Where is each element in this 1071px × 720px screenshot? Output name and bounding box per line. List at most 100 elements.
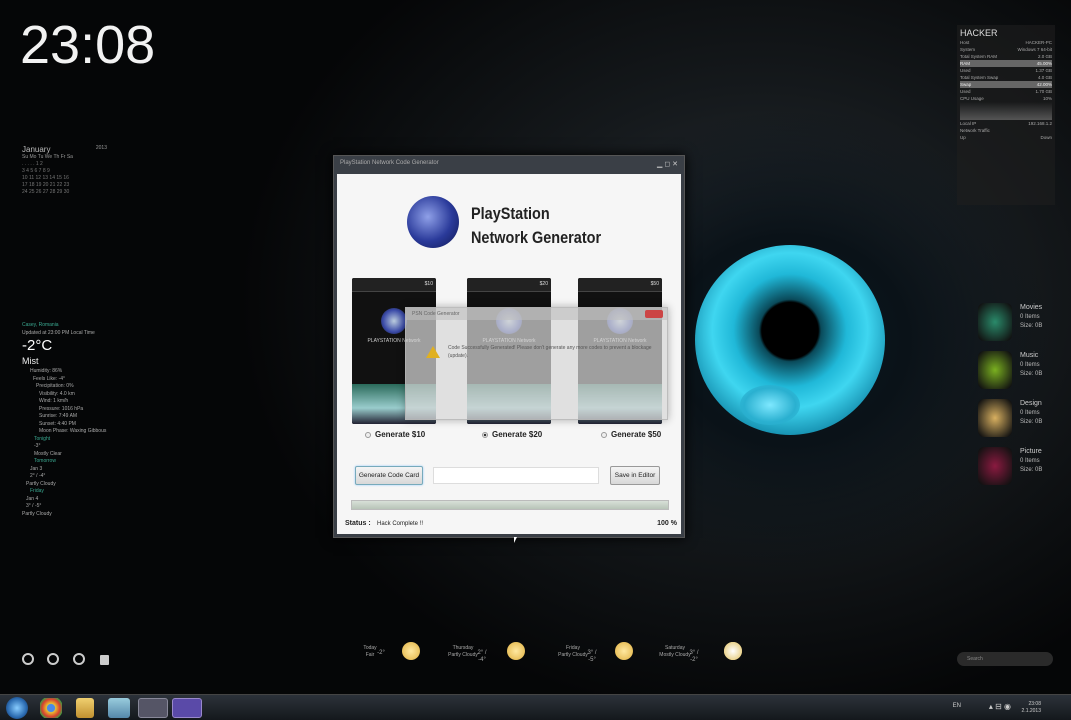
weather-tonight-cond: Mostly Clear <box>34 450 62 457</box>
picture-icon <box>978 447 1012 485</box>
psn-logo <box>407 196 459 248</box>
weather-detail: Precipitation: 0% <box>36 383 74 389</box>
card-value: $50 <box>578 278 662 292</box>
library-items: 0 Items <box>1020 458 1040 464</box>
weather-d2-day: Jan 4 <box>26 495 39 502</box>
success-dialog[interactable]: PSN Code Generator Code Successfully Gen… <box>405 307 668 420</box>
sysmon-value: 45.00% <box>1036 61 1052 66</box>
weather-detail: Feels Like: -4° <box>33 375 66 382</box>
sysmon-value: Windows 7 64-bit <box>1017 47 1052 52</box>
weather-d1-cond: Partly Cloudy <box>26 480 56 487</box>
library-size: Size: 0B <box>1020 371 1043 377</box>
radio-button[interactable] <box>482 431 488 438</box>
library-text: Picture 0 Items Size: 0B <box>1020 447 1042 492</box>
sysmon-row: System Windows 7 64-bit <box>960 46 1052 53</box>
weather-d2-temp: 3° / -5° <box>26 503 42 509</box>
explorer-icon[interactable] <box>76 698 94 718</box>
radio-button[interactable] <box>365 431 371 438</box>
sysmon-label: RAM <box>960 61 970 66</box>
dialog-close-button[interactable] <box>645 310 663 318</box>
weather-detail: Humidity: 86% <box>30 368 63 374</box>
sysmon-row: Swap 42.00% <box>960 81 1052 88</box>
weather-detail: Sunset: 4:40 PM <box>39 420 76 427</box>
sysmon-label: Total System RAM <box>960 54 998 59</box>
sysmon-label: Swap <box>960 82 972 87</box>
dialog-title: PSN Code Generator <box>406 308 667 320</box>
library-label: Music <box>1020 352 1039 359</box>
weather-location: Casey, Romania <box>22 322 59 328</box>
sysmon-label: Local IP <box>960 121 977 126</box>
sysmon-row: Used 1.37 GB <box>960 67 1052 74</box>
library-picture[interactable]: Picture 0 Items Size: 0B <box>978 447 1063 492</box>
status-label: Status : <box>345 520 371 527</box>
sysmon-value: 1.37 GB <box>1035 68 1052 73</box>
language-indicator[interactable]: EN <box>953 703 961 709</box>
taskbar: EN ▴ ⊟ ◉ 23:08 2.1.2013 <box>0 694 1071 720</box>
radio-label: Generate $50 <box>611 430 662 439</box>
sysmon-row: Used 1.70 GB <box>960 88 1052 95</box>
weather-d2-cond: Partly Cloudy <box>22 510 52 517</box>
shutdown-icon[interactable] <box>22 653 34 665</box>
weather-updated: Updated at 23:00 PM Local Time <box>22 329 95 336</box>
music-icon <box>978 351 1012 389</box>
weather-d1-day: Jan 3 <box>30 465 43 472</box>
weather-tonight-temp: -3° <box>34 443 41 449</box>
tray-clock[interactable]: 23:08 2.1.2013 <box>1022 701 1041 715</box>
sysmon-value: 10% <box>1042 96 1052 101</box>
library-movies[interactable]: Movies 0 Items Size: 0B <box>978 303 1063 348</box>
sysmon-row: RAM 45.00% <box>960 60 1052 67</box>
design-icon <box>978 399 1012 437</box>
restart-icon[interactable] <box>47 653 59 665</box>
window-controls[interactable]: ▁ ◻ ✕ <box>657 160 678 168</box>
library-label: Picture <box>1020 448 1042 455</box>
code-output-field[interactable] <box>433 467 599 484</box>
app-icon[interactable] <box>108 698 130 718</box>
sysmon-row: Total System Swap 4.0 GB <box>960 74 1052 81</box>
save-in-editor-button[interactable]: Save in Editor <box>610 466 660 485</box>
active-app-icon[interactable] <box>138 698 168 718</box>
radio-generate-0[interactable]: Generate $10 <box>365 430 425 439</box>
sysmon-value: 2.0 GB <box>1037 54 1052 59</box>
chrome-icon[interactable] <box>40 698 62 718</box>
weather-detail: Sunrise: 7:49 AM <box>39 413 78 419</box>
radio-generate-1[interactable]: Generate $20 <box>482 430 542 439</box>
sysmon-value: 42.00% <box>1036 82 1052 87</box>
library-design[interactable]: Design 0 Items Size: 0B <box>978 399 1063 444</box>
calendar-gadget: January 2013 Su Mo Tu We Th Fr Sa . . . .… <box>22 145 107 196</box>
weather-temp: -2°C <box>22 337 53 354</box>
status-value: Hack Complete !! <box>377 521 424 527</box>
radio-label: Generate $10 <box>375 430 426 439</box>
sysmon-row: Up Down <box>960 134 1052 141</box>
card-value: $20 <box>467 278 551 292</box>
calendar-month: January <box>22 145 51 154</box>
weather-d2-label: Friday <box>30 488 44 494</box>
sleep-icon[interactable] <box>73 653 85 665</box>
calendar-grid: . . . . . 1 23 4 5 6 7 8 9 10 11 12 13 14… <box>22 161 70 195</box>
psn-generator-taskbar-button[interactable] <box>172 698 202 718</box>
sysmon-label: Network Traffic <box>960 128 990 133</box>
weather-sun-icon <box>615 642 633 660</box>
desktop-clock: 23:08 <box>20 15 156 75</box>
tray-icons[interactable]: ▴ ⊟ ◉ <box>989 702 1011 711</box>
search-input[interactable]: Search <box>957 652 1053 666</box>
sysmon-value: 1.70 GB <box>1035 89 1052 94</box>
forecast-temp: 2° / -4° <box>477 650 487 663</box>
weather-sun-icon <box>507 642 525 660</box>
radio-generate-2[interactable]: Generate $50 <box>601 430 661 439</box>
library-label: Design <box>1020 400 1042 407</box>
system-monitor-gadget: HACKER Host HACKER-PC System Windows 7 64-b… <box>957 25 1055 205</box>
library-text: Movies 0 Items Size: 0B <box>1020 303 1042 348</box>
lock-icon[interactable] <box>100 655 109 665</box>
forecast-temp: 3° / -2° <box>689 650 699 663</box>
start-button[interactable] <box>6 697 28 719</box>
calendar-weekdays: Su Mo Tu We Th Fr Sa <box>22 154 73 160</box>
app-title-line2: Network Generator <box>471 228 602 247</box>
library-text: Music 0 Items Size: 0B <box>1020 351 1042 396</box>
generate-code-card-button[interactable]: Generate Code Card <box>355 466 423 485</box>
sysmon-value: Down <box>1040 135 1052 140</box>
radio-button[interactable] <box>601 431 607 438</box>
library-music[interactable]: Music 0 Items Size: 0B <box>978 351 1063 396</box>
progress-percent: 100 % <box>657 520 677 527</box>
sysmon-label: System <box>960 47 976 52</box>
progress-bar <box>351 500 669 510</box>
